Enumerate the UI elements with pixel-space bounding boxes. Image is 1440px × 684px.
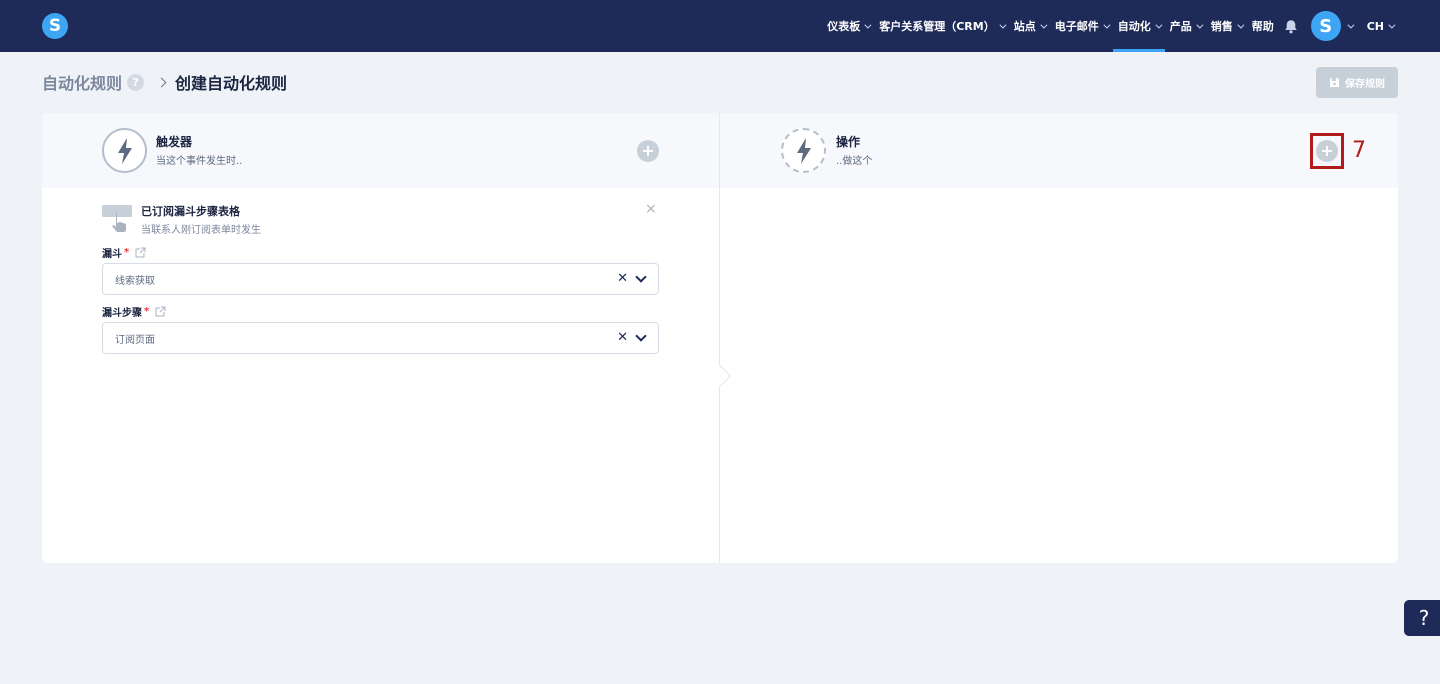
clear-icon[interactable]: ✕	[617, 330, 628, 345]
plus-circle-icon	[643, 146, 653, 156]
nav-item-dashboard[interactable]: 仪表板	[822, 0, 874, 52]
nav-item-help[interactable]: 帮助	[1247, 0, 1279, 52]
chevron-down-icon[interactable]	[635, 271, 647, 283]
nav-item-label: 销售	[1210, 20, 1233, 33]
floating-help-button[interactable]: ?	[1404, 600, 1440, 636]
help-icon[interactable]: ?	[127, 73, 145, 91]
action-header: 操作 ..做这个	[720, 113, 1398, 188]
save-rule-button[interactable]: 保存规则	[1316, 67, 1398, 98]
nav-item-label: 仪表板	[827, 20, 861, 33]
chevron-down-icon	[1196, 21, 1204, 29]
external-link-icon[interactable]	[155, 306, 166, 317]
nav-item-label: 站点	[1013, 20, 1036, 33]
action-subtitle: ..做这个	[836, 156, 873, 167]
avatar[interactable]: S	[1310, 11, 1341, 41]
funnel-field-label: 漏斗 *	[102, 245, 146, 260]
chevron-down-icon	[1237, 21, 1245, 29]
chevron-down-icon	[1388, 21, 1396, 29]
remove-trigger-button[interactable]: ×	[645, 201, 657, 217]
page-title: 创建自动化规则	[175, 74, 288, 93]
main-nav: 仪表板 客户关系管理（CRM） 站点 电子邮件 自动化 产品 销售 帮助 S C…	[822, 0, 1398, 52]
nav-item-products[interactable]: 产品	[1165, 0, 1206, 52]
add-trigger-button[interactable]	[637, 140, 659, 162]
chevron-down-icon	[864, 21, 872, 29]
action-column: 操作 ..做这个	[720, 113, 1398, 563]
nav-item-automation[interactable]: 自动化	[1112, 0, 1165, 52]
funnel-select-value: 线索获取	[115, 276, 155, 287]
action-title: 操作	[836, 135, 861, 149]
nav-item-sites[interactable]: 站点	[1009, 0, 1050, 52]
bell-icon[interactable]	[1283, 0, 1299, 52]
chevron-down-icon	[1155, 21, 1163, 29]
annotation-number: 7	[1352, 138, 1366, 163]
chevron-down-icon[interactable]	[1347, 21, 1355, 29]
funnel-label-text: 漏斗	[102, 249, 122, 260]
trigger-header: 触发器 当这个事件发生时..	[42, 113, 719, 188]
funnel-select[interactable]: 线索获取 ✕	[102, 263, 659, 295]
required-mark: *	[124, 247, 130, 258]
trigger-subtitle: 当这个事件发生时..	[156, 156, 243, 167]
chevron-down-icon	[1103, 21, 1111, 29]
top-navigation-bar: S 仪表板 客户关系管理（CRM） 站点 电子邮件 自动化 产品 销售 帮助 S…	[0, 0, 1440, 52]
external-link-icon[interactable]	[135, 247, 146, 258]
trigger-event-subtitle: 当联系人刚订阅表单时发生	[141, 225, 261, 236]
rule-builder-card: 触发器 当这个事件发生时.. 已订阅漏斗步骤表格 当联系人刚订阅表单时发生 × …	[42, 113, 1398, 563]
breadcrumb-parent-link[interactable]: 自动化规则	[42, 70, 122, 94]
nav-item-label: 电子邮件	[1054, 20, 1099, 33]
chevron-right-icon	[156, 77, 167, 87]
breadcrumb: 自动化规则 ? 创建自动化规则	[42, 70, 287, 94]
nav-item-label: 自动化	[1117, 20, 1151, 33]
nav-item-email[interactable]: 电子邮件	[1050, 0, 1113, 52]
nav-item-crm[interactable]: 客户关系管理（CRM）	[874, 0, 1009, 52]
trigger-column: 触发器 当这个事件发生时.. 已订阅漏斗步骤表格 当联系人刚订阅表单时发生 × …	[42, 113, 719, 563]
language-label: CH	[1366, 19, 1384, 33]
funnel-step-label-text: 漏斗步骤	[102, 308, 142, 319]
language-selector[interactable]: CH	[1362, 0, 1398, 52]
chevron-down-icon[interactable]	[635, 330, 647, 342]
trigger-title: 触发器	[156, 135, 193, 149]
lightning-bolt-icon	[781, 128, 826, 173]
funnel-step-select-value: 订阅页面	[115, 335, 155, 346]
save-rule-label: 保存规则	[1345, 79, 1385, 90]
chevron-down-icon	[1040, 21, 1048, 29]
nav-item-sales[interactable]: 销售	[1206, 0, 1247, 52]
floppy-disk-icon	[1330, 78, 1339, 87]
clear-icon[interactable]: ✕	[617, 271, 628, 286]
hand-pointer-form-icon	[102, 205, 132, 232]
nav-item-label: 客户关系管理（CRM）	[879, 20, 995, 33]
funnel-step-field-label: 漏斗步骤 *	[102, 304, 166, 319]
app-logo[interactable]: S	[42, 13, 68, 39]
nav-item-label: 产品	[1169, 20, 1192, 33]
chevron-down-icon	[999, 21, 1007, 29]
trigger-event-title: 已订阅漏斗步骤表格	[141, 205, 240, 218]
nav-item-label: 帮助	[1251, 20, 1274, 33]
required-mark: *	[144, 306, 150, 317]
funnel-step-select[interactable]: 订阅页面 ✕	[102, 322, 659, 354]
annotation-highlight-box	[1310, 133, 1344, 169]
lightning-bolt-icon	[102, 128, 147, 173]
